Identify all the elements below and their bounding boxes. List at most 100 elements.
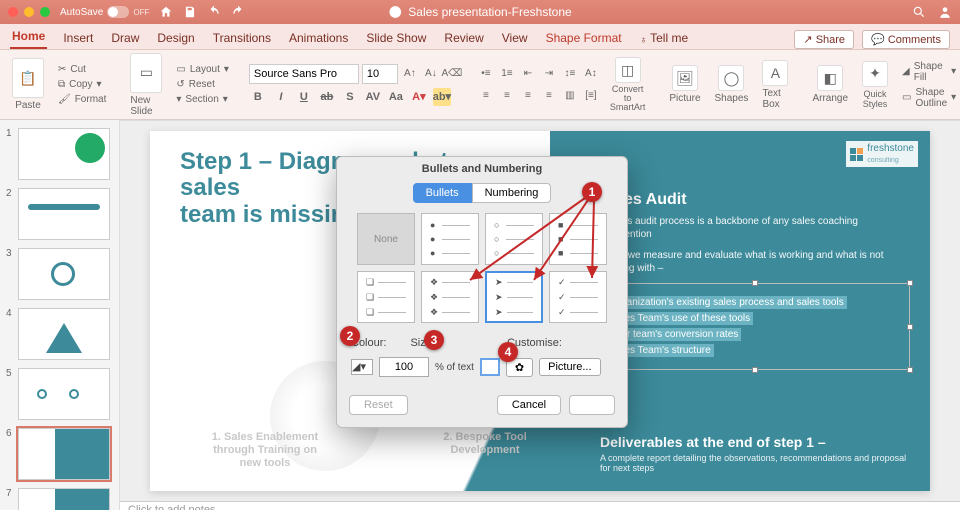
bullet-check[interactable]: ✓✓✓	[549, 271, 607, 323]
increase-font-icon[interactable]: A↑	[401, 65, 419, 83]
maximize-window-icon[interactable]	[40, 7, 50, 17]
tab-draw[interactable]: Draw	[109, 27, 141, 49]
bullet-disc[interactable]: ●●●	[421, 213, 479, 265]
thumbnail-6[interactable]	[18, 428, 110, 480]
change-case-button[interactable]: Aa	[387, 88, 405, 106]
slide-thumbnails-pane[interactable]: 1 2 3 4 5 6 7 8	[0, 120, 120, 510]
align-center-button[interactable]: ≡	[498, 87, 516, 105]
deliverables-heading: Deliverables at the end of step 1 –	[600, 434, 910, 450]
colour-picker[interactable]: ◢▾	[351, 359, 373, 375]
tab-tell-me[interactable]: Tell me	[638, 27, 691, 49]
italic-button[interactable]: I	[272, 88, 290, 106]
thumbnail-3[interactable]	[18, 248, 110, 300]
dialog-reset-button[interactable]: Reset	[349, 395, 408, 415]
autosave-toggle[interactable]: AutoSave OFF	[60, 6, 149, 18]
thumbnail-4[interactable]	[18, 308, 110, 360]
font-color-button[interactable]: A▾	[410, 88, 428, 106]
new-slide-button[interactable]: ▭ New Slide	[126, 51, 166, 119]
tab-slideshow[interactable]: Slide Show	[364, 27, 428, 49]
clear-format-icon[interactable]: A⌫	[443, 65, 461, 83]
tab-insert[interactable]: Insert	[61, 27, 95, 49]
paste-group[interactable]: 📋 Paste	[8, 56, 48, 113]
notes-pane[interactable]: Click to add notes	[120, 501, 960, 510]
save-icon[interactable]	[183, 5, 197, 19]
font-size-select[interactable]	[362, 64, 398, 84]
layout-button[interactable]: ▭ Layout ▾	[172, 63, 233, 76]
bullets-button[interactable]: •≡	[477, 65, 495, 83]
minimize-window-icon[interactable]	[24, 7, 34, 17]
align-left-button[interactable]: ≡	[477, 87, 495, 105]
strike-button[interactable]: ab	[318, 88, 336, 106]
numbering-tab[interactable]: Numbering	[472, 183, 552, 203]
share-button[interactable]: ↗ Share	[794, 30, 854, 49]
shapes-button[interactable]: ◯Shapes	[711, 63, 753, 106]
shadow-button[interactable]: S	[341, 88, 359, 106]
size-input[interactable]	[379, 357, 429, 377]
align-right-button[interactable]: ≡	[519, 87, 537, 105]
align-justify-button[interactable]: ≡	[540, 87, 558, 105]
undo-icon[interactable]	[207, 5, 221, 19]
tab-shape-format[interactable]: Shape Format	[544, 27, 624, 49]
highlight-button[interactable]: ab▾	[433, 88, 451, 106]
paste-icon[interactable]: 📋	[12, 58, 44, 98]
home-icon[interactable]	[159, 5, 173, 19]
tab-view[interactable]: View	[500, 27, 530, 49]
bullet-hollow-square[interactable]: ❏❏❏	[357, 271, 415, 323]
picture-bullet-button[interactable]: Picture...	[539, 358, 600, 376]
thumbnail-7[interactable]	[18, 488, 110, 510]
bulleted-list[interactable]: Organization's existing sales process an…	[607, 297, 903, 356]
picture-button[interactable]: 🖼Picture	[665, 63, 704, 106]
search-icon[interactable]	[912, 5, 926, 19]
font-name-select[interactable]	[249, 64, 359, 84]
bullet-none[interactable]: None	[357, 213, 415, 265]
copy-button[interactable]: ⧉ Copy ▾	[54, 78, 110, 91]
thumbnail-5[interactable]	[18, 368, 110, 420]
arrange-button[interactable]: ◧Arrange	[808, 63, 852, 106]
indent-dec-button[interactable]: ⇤	[519, 65, 537, 83]
tab-home[interactable]: Home	[10, 25, 47, 49]
tab-review[interactable]: Review	[442, 27, 485, 49]
bold-button[interactable]: B	[249, 88, 267, 106]
dialog-ok-button[interactable]: OK	[569, 395, 615, 415]
thumbnail-1[interactable]	[18, 128, 110, 180]
decrease-font-icon[interactable]: A↓	[422, 65, 440, 83]
tab-design[interactable]: Design	[155, 27, 196, 49]
convert-smartart-button[interactable]: ◫ Convert to SmartArt	[606, 55, 650, 114]
line-spacing-button[interactable]: ↕≡	[561, 65, 579, 83]
shape-fill-button[interactable]: ◢ Shape Fill ▾	[898, 60, 960, 84]
account-icon[interactable]	[938, 5, 952, 19]
comments-button[interactable]: 💬 Comments	[862, 30, 950, 49]
bullet-arrow[interactable]: ➤➤➤	[485, 271, 543, 323]
cut-button[interactable]: ✂ Cut	[54, 63, 110, 76]
quick-styles-button[interactable]: ✦Quick Styles	[858, 59, 892, 111]
new-slide-icon[interactable]: ▭	[130, 53, 162, 93]
toggle-icon[interactable]	[107, 6, 129, 18]
shape-outline-button[interactable]: ▭ Shape Outline ▾	[898, 86, 960, 110]
indent-inc-button[interactable]: ⇥	[540, 65, 558, 83]
text-direction-button[interactable]: A↕	[582, 65, 600, 83]
underline-button[interactable]: U	[295, 88, 313, 106]
smartart-icon[interactable]: ◫	[615, 57, 641, 83]
quick-styles-icon: ✦	[862, 61, 888, 87]
align-text-button[interactable]: [≡]	[582, 87, 600, 105]
bullet-square[interactable]: ■■■	[549, 213, 607, 265]
customise-character-button[interactable]	[480, 358, 500, 376]
selected-text-box[interactable]: Organization's existing sales process an…	[600, 283, 910, 370]
tab-transitions[interactable]: Transitions	[211, 27, 273, 49]
bullets-tab[interactable]: Bullets	[413, 183, 472, 203]
reset-button[interactable]: ↺ Reset	[172, 78, 233, 91]
textbox-button[interactable]: AText Box	[758, 58, 792, 112]
bullet-diamond[interactable]: ❖❖❖	[421, 271, 479, 323]
redo-icon[interactable]	[231, 5, 245, 19]
close-window-icon[interactable]	[8, 7, 18, 17]
section-button[interactable]: ▾ Section ▾	[172, 93, 233, 106]
bullet-circle[interactable]: ○○○	[485, 213, 543, 265]
dialog-cancel-button[interactable]: Cancel	[497, 395, 561, 415]
numbering-button[interactable]: 1≡	[498, 65, 516, 83]
format-painter-button[interactable]: 🖌 Format	[54, 93, 110, 106]
annotation-2: 2	[340, 326, 360, 346]
tab-animations[interactable]: Animations	[287, 27, 350, 49]
char-spacing-button[interactable]: AV	[364, 88, 382, 106]
columns-button[interactable]: ▥	[561, 87, 579, 105]
thumbnail-2[interactable]	[18, 188, 110, 240]
